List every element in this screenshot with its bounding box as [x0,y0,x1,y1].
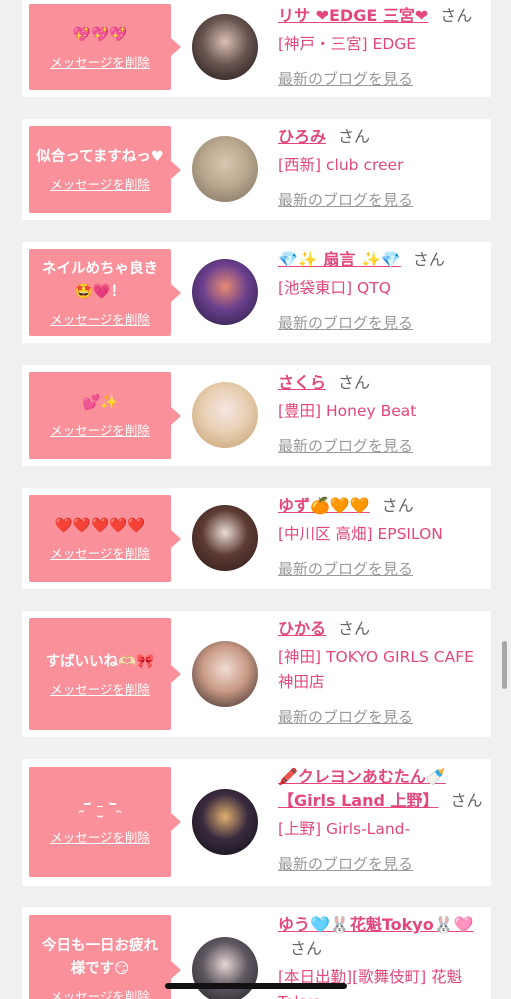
shop-label: [神田] TOKYO GIRLS CAFE 神田店 [278,648,474,691]
avatar[interactable] [192,14,258,80]
message-card: 💖💖💖 メッセージを削除 リサ ❤EDGE 三宮❤ さん [神戸・三宮] EDGE 最新の… [22,0,491,97]
message-text: 今日も一日お疲れ様です😏 [42,938,158,977]
cast-info: ゆず🍊🧡🧡 さん [中川区 高畑] EPSILON 最新のブログを見る [278,494,486,579]
cast-name-row: ひろみ さん [278,125,486,149]
message-card: 💕✨ メッセージを削除 さくら さん [豊田] Honey Beat 最新のブログを見る [22,365,491,466]
shop-label: [西新] club creer [278,156,404,174]
message-text: ネイルめちゃ良き🤩💗！ [42,260,158,300]
message-text: すばいいね🫶🏻🎀 [45,653,155,670]
delete-message-link[interactable]: メッセージを削除 [50,830,150,846]
shop-label: [本日出勤][歌舞伎町] 花魁Tokyo [278,968,463,999]
cast-name-row: リサ ❤EDGE 三宮❤ さん [278,4,486,28]
delete-message-link[interactable]: メッセージを削除 [50,312,150,328]
message-bubble: 似合ってますねっ♥ メッセージを削除 [29,126,181,213]
shop-label: [豊田] Honey Beat [278,402,417,420]
delete-message-link[interactable]: メッセージを削除 [50,177,150,193]
cast-info: ひかる さん [神田] TOKYO GIRLS CAFE 神田店最新のブログを見る [278,617,486,727]
cast-name-row: ゆう🩵🐰花魁Tokyo🐰🩷 さん [278,913,486,961]
latest-blog-link[interactable]: 最新のブログを見る [278,69,486,89]
delete-message-link[interactable]: メッセージを削除 [50,682,150,698]
cast-name-link[interactable]: ゆず🍊🧡🧡 [278,496,370,515]
message-card: すばいいね🫶🏻🎀 メッセージを削除 ひかる さん [神田] TOKYO GIRLS CA… [22,611,491,737]
message-card: ❤️❤️❤️❤️❤️ メッセージを削除 ゆず🍊🧡🧡 さん [中川区 高畑] EPSILO… [22,488,491,589]
honorific-label: さん [338,127,371,146]
scrollbar[interactable] [502,641,507,689]
latest-blog-link[interactable]: 最新のブログを見る [278,854,486,874]
avatar[interactable] [192,382,258,448]
cast-name-row: 🖍️クレヨンあむたん🍼【Girls Land 上野】 さん [278,765,486,813]
delete-message-link[interactable]: メッセージを削除 [50,55,150,71]
message-bubble: 💖💖💖 メッセージを削除 [29,4,181,90]
cast-info: 💎✨ 扇言 ✨💎 さん [池袋東口] QTQ 最新のブログを見る [278,248,486,333]
message-text: ❤️❤️❤️❤️❤️ [54,518,146,534]
honorific-label: さん [440,6,473,25]
message-text: 似合ってますねっ♥ [36,149,164,165]
honorific-label: さん [381,496,414,515]
message-bubble: 💕✨ メッセージを削除 [29,372,181,459]
cast-name-row: 💎✨ 扇言 ✨💎 さん [278,248,486,272]
avatar[interactable] [192,505,258,571]
delete-message-link[interactable]: メッセージを削除 [50,989,150,999]
home-indicator[interactable] [165,983,347,989]
shop-label: [池袋東口] QTQ [278,279,391,297]
message-bubble: ネイルめちゃ良き🤩💗！ メッセージを削除 [29,249,181,336]
message-card: 似合ってますねっ♥ メッセージを削除 ひろみ さん [西新] club creer 最新の… [22,119,491,220]
cast-info: さくら さん [豊田] Honey Beat 最新のブログを見る [278,371,486,456]
message-bubble: ˶‾᷄ ⁻̫ ‾᷅˵ メッセージを削除 [29,767,181,877]
honorific-label: さん [338,619,371,638]
message-bubble: ❤️❤️❤️❤️❤️ メッセージを削除 [29,495,181,582]
message-text: ˶‾᷄ ⁻̫ ‾᷅˵ [79,801,121,818]
avatar[interactable] [192,937,258,999]
cast-info: ひろみ さん [西新] club creer 最新のブログを見る [278,125,486,210]
cast-name-link[interactable]: ひろみ [278,127,326,146]
latest-blog-link[interactable]: 最新のブログを見る [278,436,486,456]
message-card: ネイルめちゃ良き🤩💗！ メッセージを削除 💎✨ 扇言 ✨💎 さん [池袋東口] QTQ 最… [22,242,491,343]
cast-name-link[interactable]: 🖍️クレヨンあむたん🍼【Girls Land 上野】 [278,767,446,810]
cast-name-row: ひかる さん [278,617,486,641]
cast-name-link[interactable]: リサ ❤EDGE 三宮❤ [278,6,428,25]
cast-name-link[interactable]: ひかる [278,619,326,638]
latest-blog-link[interactable]: 最新のブログを見る [278,707,486,727]
cast-name-link[interactable]: さくら [278,373,326,392]
message-bubble: すばいいね🫶🏻🎀 メッセージを削除 [29,618,181,730]
message-text: 💕✨ [81,395,119,411]
latest-blog-link[interactable]: 最新のブログを見る [278,559,486,579]
latest-blog-link[interactable]: 最新のブログを見る [278,190,486,210]
avatar[interactable] [192,789,258,855]
honorific-label: さん [338,373,371,392]
avatar[interactable] [192,641,258,707]
message-card: ˶‾᷄ ⁻̫ ‾᷅˵ メッセージを削除 🖍️クレヨンあむたん🍼【Girls Land… [22,759,491,886]
cast-name-row: さくら さん [278,371,486,395]
favorites-list: 💖💖💖 メッセージを削除 リサ ❤EDGE 三宮❤ さん [神戸・三宮] EDGE 最新の… [0,0,511,999]
shop-label: [神戸・三宮] EDGE [278,35,417,53]
delete-message-link[interactable]: メッセージを削除 [50,546,150,562]
cast-info: 🖍️クレヨンあむたん🍼【Girls Land 上野】 さん [上野] Girls-L… [278,765,486,874]
honorific-label: さん [412,250,445,269]
avatar[interactable] [192,259,258,325]
cast-info: リサ ❤EDGE 三宮❤ さん [神戸・三宮] EDGE 最新のブログを見る [278,4,486,89]
latest-blog-link[interactable]: 最新のブログを見る [278,313,486,333]
avatar[interactable] [192,136,258,202]
cast-name-row: ゆず🍊🧡🧡 さん [278,494,486,518]
shop-label: [上野] Girls-Land- [278,820,411,838]
shop-label: [中川区 高畑] EPSILON [278,525,443,543]
honorific-label: さん [290,939,323,958]
cast-name-link[interactable]: ゆう🩵🐰花魁Tokyo🐰🩷 [278,915,474,934]
message-bubble: 今日も一日お疲れ様です😏 メッセージを削除 [29,915,181,999]
delete-message-link[interactable]: メッセージを削除 [50,423,150,439]
cast-name-link[interactable]: 💎✨ 扇言 ✨💎 [278,250,401,269]
honorific-label: さん [450,791,483,810]
message-text: 💖💖💖 [72,26,128,43]
